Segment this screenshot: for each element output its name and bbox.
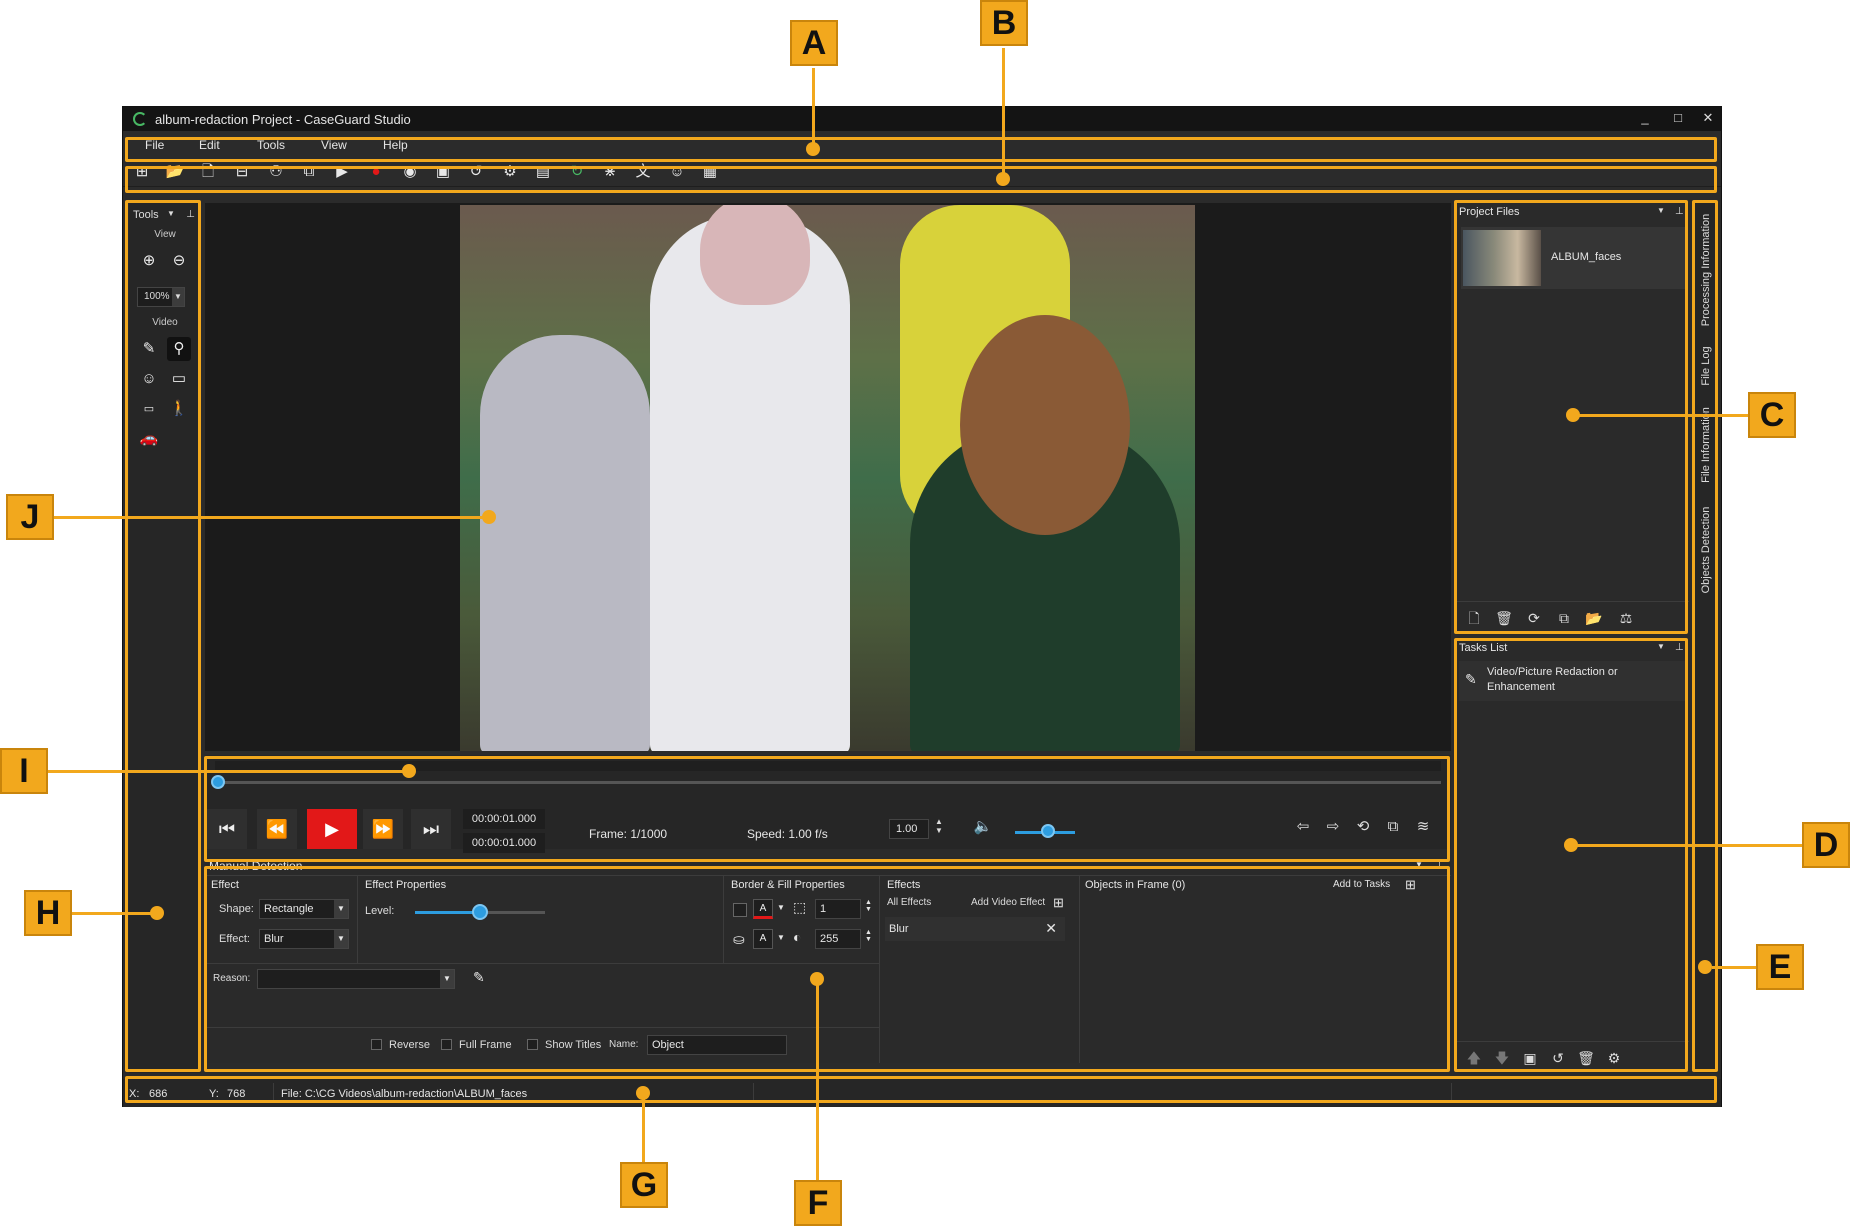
highlight-manual-detection xyxy=(204,866,1450,1072)
close-button[interactable]: ✕ xyxy=(1698,110,1718,126)
leader-line xyxy=(54,516,488,519)
callout-d: D xyxy=(1802,822,1850,868)
leader-dot xyxy=(636,1086,650,1100)
callout-h: H xyxy=(24,890,72,936)
app-logo-icon xyxy=(133,112,147,126)
leader-line xyxy=(816,982,819,1180)
leader-dot xyxy=(1698,960,1712,974)
callout-g: G xyxy=(620,1162,668,1208)
callout-i: I xyxy=(0,748,48,794)
leader-dot xyxy=(1566,408,1580,422)
title-bar: album-redaction Project - CaseGuard Stud… xyxy=(123,107,1721,131)
minimize-button[interactable]: _ xyxy=(1635,110,1655,125)
callout-a: A xyxy=(790,20,838,66)
leader-dot xyxy=(482,510,496,524)
video-viewer[interactable] xyxy=(205,203,1451,751)
leader-line xyxy=(1574,844,1802,847)
leader-dot xyxy=(810,972,824,986)
leader-line xyxy=(812,68,815,148)
leader-line xyxy=(1576,414,1748,417)
leader-line xyxy=(48,770,408,773)
maximize-button[interactable]: □ xyxy=(1668,110,1688,125)
annotated-screenshot: { "window": { "title": "album-redaction … xyxy=(0,0,1850,1229)
callout-j: J xyxy=(6,494,54,540)
callout-e: E xyxy=(1756,944,1804,990)
leader-dot xyxy=(150,906,164,920)
leader-dot xyxy=(1564,838,1578,852)
leader-dot xyxy=(996,172,1010,186)
video-frame-image xyxy=(460,205,1195,751)
callout-f: F xyxy=(794,1180,842,1226)
leader-line xyxy=(1002,48,1005,176)
highlight-tasks-list xyxy=(1454,638,1688,1072)
leader-dot xyxy=(806,142,820,156)
highlight-toolbar xyxy=(125,166,1717,193)
leader-line xyxy=(642,1096,645,1162)
highlight-menu-bar xyxy=(125,137,1717,162)
callout-c: C xyxy=(1748,392,1796,438)
leader-dot xyxy=(402,764,416,778)
highlight-tools-panel xyxy=(125,200,201,1072)
callout-b: B xyxy=(980,0,1028,46)
leader-line xyxy=(1712,966,1756,969)
window-title: album-redaction Project - CaseGuard Stud… xyxy=(155,112,411,127)
leader-line xyxy=(72,912,154,915)
figure-brown-hair xyxy=(960,315,1130,535)
figure-gray-hoodie xyxy=(480,335,650,751)
highlight-status-bar xyxy=(125,1076,1717,1103)
figure-pink-hat xyxy=(700,205,810,305)
highlight-side-tabs xyxy=(1692,200,1718,1072)
